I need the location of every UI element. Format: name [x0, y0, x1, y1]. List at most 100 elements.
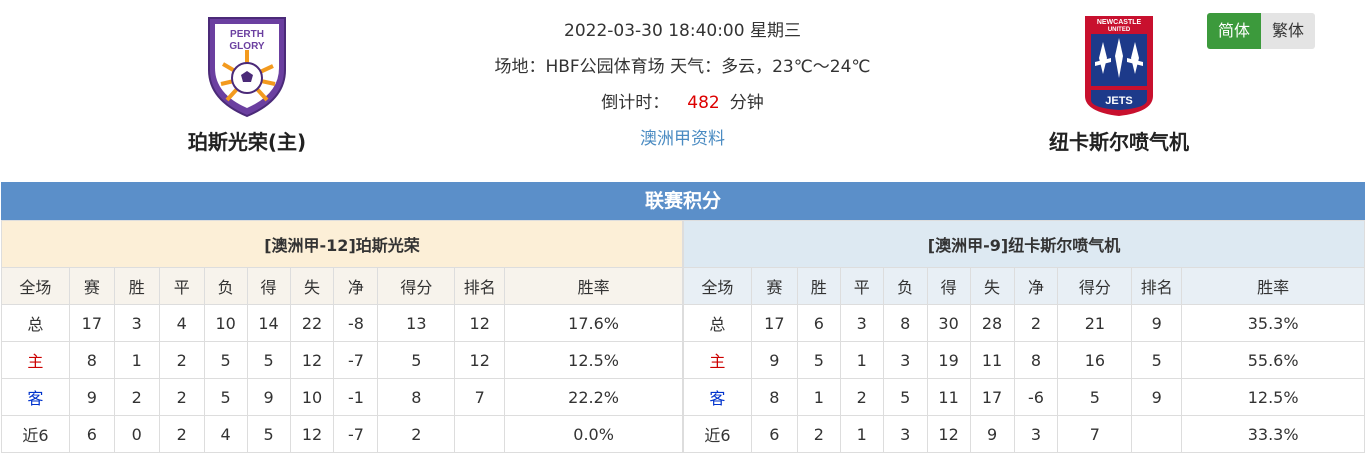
- table-cell: 12: [289, 341, 335, 379]
- table-cell: -8: [333, 304, 379, 342]
- table-cell: 9: [246, 378, 291, 416]
- table-cell: 8: [1013, 341, 1059, 379]
- away-table-header: [澳洲甲-9]纽卡斯尔喷气机: [683, 220, 1365, 268]
- column-header: 胜: [796, 267, 841, 305]
- table-cell: 17: [68, 304, 115, 342]
- table-row: 近6 6 0 2 4 5 12 -7 2 0.0%: [1, 415, 683, 453]
- column-header: 负: [882, 267, 928, 305]
- table-cell: 12: [289, 415, 335, 453]
- home-team-name: 珀斯光荣(主): [187, 130, 307, 154]
- table-cell: 1: [839, 415, 884, 453]
- row-label: 客: [1, 378, 70, 416]
- table-cell: 2: [158, 378, 205, 416]
- logo-text-1: NEWCASTLE: [1097, 19, 1142, 26]
- column-header: 得分: [1057, 267, 1133, 305]
- table-cell: 10: [203, 304, 248, 342]
- column-header: 胜率: [1181, 267, 1365, 305]
- row-label: 主: [1, 341, 70, 379]
- table-cell: 2: [113, 378, 160, 416]
- standings-tables: [澳洲甲-12]珀斯光荣 全场赛胜平负得失净得分 排名 胜率总 17 3 4 10 14 22 -8…: [1, 220, 1365, 453]
- lang-traditional-button[interactable]: 繁体: [1261, 13, 1315, 49]
- table-cell: 2: [1013, 304, 1059, 342]
- match-info: 2022-03-30 18:40:00 星期三 场地：HBF公园体育场 天气：多…: [430, 18, 935, 162]
- perth-glory-logo: PERTH GLORY: [208, 17, 286, 118]
- table-cell: 33.3%: [1181, 415, 1365, 453]
- table-cell: 0.0%: [504, 415, 683, 453]
- table-cell: 8: [68, 341, 115, 379]
- row-label: 主: [683, 341, 752, 379]
- table-cell: 6: [750, 415, 798, 453]
- table-cell: 9: [969, 415, 1015, 453]
- table-cell: 11: [926, 378, 971, 416]
- table-row: 主 9 5 1 3 19 11 8 16 5 55.6%: [683, 341, 1365, 379]
- column-header: 全场: [1, 267, 70, 305]
- column-header: 得: [246, 267, 291, 305]
- table-cell: 3: [1013, 415, 1059, 453]
- table-cell: 5: [882, 378, 928, 416]
- column-header: 负: [203, 267, 248, 305]
- table-row: 总 17 6 3 8 30 28 2 21 9 35.3%: [683, 304, 1365, 342]
- table-cell: 3: [113, 304, 160, 342]
- match-datetime: 2022-03-30 18:40:00 星期三: [564, 21, 801, 41]
- table-cell: 5: [246, 341, 291, 379]
- column-header: 排名: [454, 267, 506, 305]
- table-cell: 12: [454, 341, 506, 379]
- table-cell: -1: [333, 378, 379, 416]
- away-team: NEWCASTLE UNITED JETS 纽卡斯尔喷气机: [1009, 12, 1229, 154]
- table-cell: 8: [377, 378, 456, 416]
- column-header: 平: [839, 267, 884, 305]
- column-header: 失: [289, 267, 335, 305]
- table-cell: 8: [882, 304, 928, 342]
- table-row: 客 8 1 2 5 11 17 -6 5 9 12.5%: [683, 378, 1365, 416]
- match-countdown: 倒计时： 482 分钟: [430, 90, 935, 126]
- table-cell: -6: [1013, 378, 1059, 416]
- away-standings-table: [澳洲甲-9]纽卡斯尔喷气机 全场赛胜平负得失净得分 排名 胜率总 17 6 3 8 30 28 2…: [683, 220, 1365, 453]
- table-cell: 4: [203, 415, 248, 453]
- row-label: 近6: [1, 415, 70, 453]
- standings-title: 联赛积分: [1, 182, 1365, 220]
- table-cell: [1131, 415, 1183, 453]
- table-cell: 17: [750, 304, 798, 342]
- table-cell: 6: [796, 304, 841, 342]
- table-cell: 21: [1057, 304, 1133, 342]
- table-cell: 30: [926, 304, 971, 342]
- home-table-header: [澳洲甲-12]珀斯光荣: [1, 220, 683, 268]
- table-cell: 7: [454, 378, 506, 416]
- table-cell: 2: [158, 341, 205, 379]
- table-cell: 3: [882, 341, 928, 379]
- column-header: 赛: [68, 267, 115, 305]
- table-cell: 2: [839, 378, 884, 416]
- row-label: 总: [683, 304, 752, 342]
- table-cell: 4: [158, 304, 205, 342]
- table-cell: 9: [1131, 304, 1183, 342]
- table-cell: 1: [796, 378, 841, 416]
- table-cell: 9: [750, 341, 798, 379]
- table-cell: 8: [750, 378, 798, 416]
- countdown-value: 482: [687, 93, 720, 113]
- league-info-link[interactable]: 澳洲甲资料: [640, 129, 725, 149]
- table-cell: 17.6%: [504, 304, 683, 342]
- table-row: 客 9 2 2 5 9 10 -1 8 7 22.2%: [1, 378, 683, 416]
- table-cell: 6: [68, 415, 115, 453]
- table-cell: 12.5%: [504, 341, 683, 379]
- table-cell: 2: [377, 415, 456, 453]
- table-cell: 12.5%: [1181, 378, 1365, 416]
- table-cell: 5: [1131, 341, 1183, 379]
- table-cell: 5: [377, 341, 456, 379]
- table-cell: 13: [377, 304, 456, 342]
- column-header: 胜率: [504, 267, 683, 305]
- table-cell: 5: [203, 378, 248, 416]
- table-cell: 10: [289, 378, 335, 416]
- table-cell: 1: [113, 341, 160, 379]
- table-cell: 12: [454, 304, 506, 342]
- lang-simplified-button[interactable]: 简体: [1207, 13, 1261, 49]
- table-cell: 5: [246, 415, 291, 453]
- home-table-team-row: [澳洲甲-12]珀斯光荣: [1, 220, 683, 268]
- match-header: PERTH GLORY 珀斯光荣(主) 2022-03-30 18:40:00 …: [0, 0, 1366, 182]
- row-label: 近6: [683, 415, 752, 453]
- table-cell: 9: [1131, 378, 1183, 416]
- table-row: 总 17 3 4 10 14 22 -8 13 12 17.6%: [1, 304, 683, 342]
- table-cell: 2: [796, 415, 841, 453]
- column-header: 排名: [1131, 267, 1183, 305]
- logo-text-2: UNITED: [1108, 27, 1131, 33]
